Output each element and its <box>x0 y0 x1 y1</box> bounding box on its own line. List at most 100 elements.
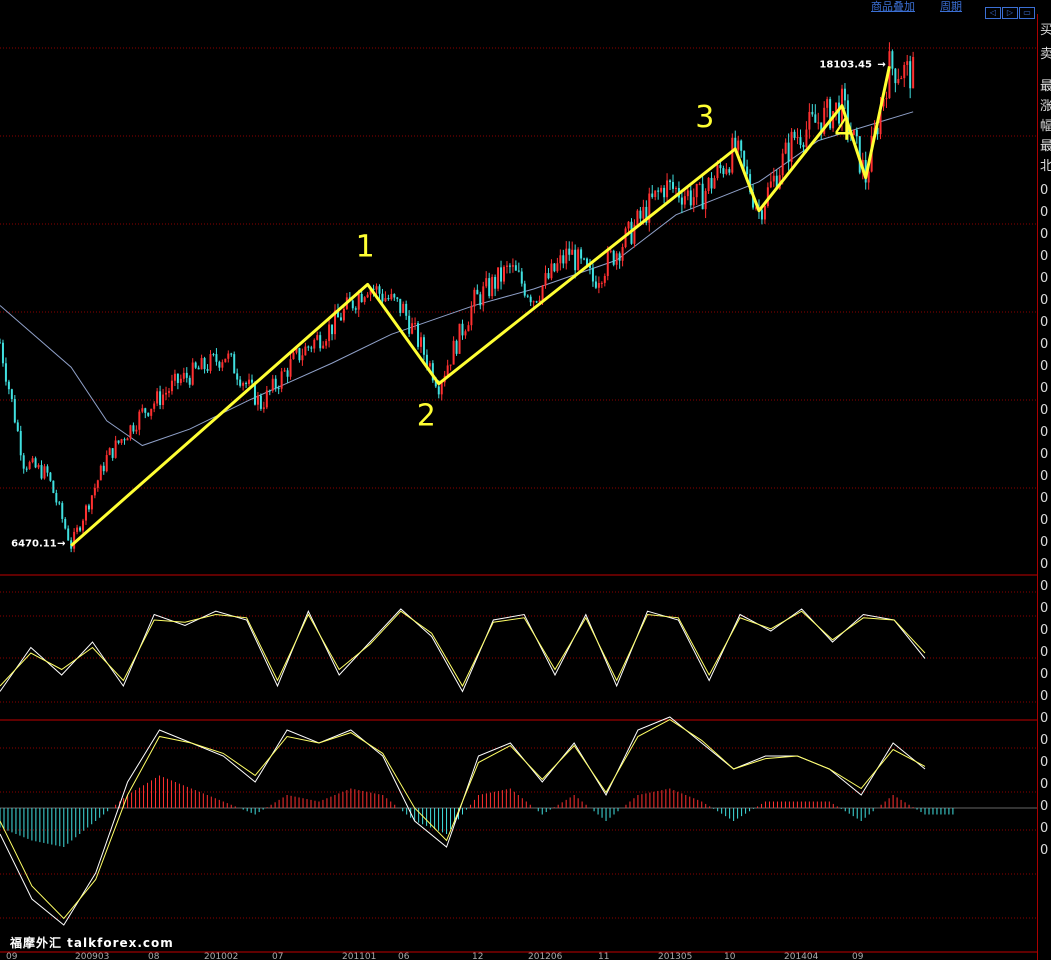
side-label: 0 <box>1040 425 1049 440</box>
down-candle <box>310 347 313 349</box>
side-label: 0 <box>1040 315 1049 330</box>
up-candle <box>342 308 345 321</box>
down-candle <box>663 187 666 198</box>
up-candle <box>96 480 99 488</box>
up-candle <box>603 276 606 283</box>
side-label: 0 <box>1040 777 1049 792</box>
up-candle <box>156 391 159 404</box>
x-axis-ticks: 09 200903 08 201002 07 201101 06 12 201206 11 2013… <box>6 952 864 960</box>
up-candle <box>84 505 87 521</box>
up-candle <box>283 370 286 372</box>
up-candle <box>114 440 117 458</box>
down-candle <box>259 395 262 409</box>
down-candle <box>274 378 277 389</box>
down-candle <box>689 190 692 206</box>
up-candle <box>419 337 422 347</box>
side-label: 0 <box>1040 799 1049 814</box>
down-candle <box>176 373 179 383</box>
down-candle <box>360 293 363 303</box>
up-candle <box>544 273 547 286</box>
side-label: 0 <box>1040 337 1049 352</box>
up-candle <box>99 465 102 481</box>
up-candle <box>660 187 663 192</box>
side-label: 幅 <box>1040 119 1051 134</box>
up-candle <box>82 520 85 531</box>
up-candle <box>704 191 707 210</box>
down-candle <box>855 129 858 137</box>
side-label: 0 <box>1040 293 1049 308</box>
down-candle <box>46 466 49 473</box>
up-candle <box>609 250 612 252</box>
side-label: 0 <box>1040 601 1049 616</box>
up-candle <box>826 99 829 108</box>
down-candle <box>331 324 334 335</box>
up-candle <box>464 331 467 336</box>
up-candle <box>292 352 295 360</box>
down-candle <box>64 518 67 529</box>
up-candle <box>363 297 366 303</box>
up-candle <box>138 411 141 430</box>
up-candle <box>90 495 93 510</box>
down-candle <box>657 190 660 192</box>
down-candle <box>396 297 399 299</box>
down-candle <box>34 458 37 468</box>
up-candle <box>491 277 494 297</box>
side-label: 买 <box>1040 23 1051 38</box>
up-candle <box>621 247 624 261</box>
up-candle <box>173 373 176 381</box>
x-tick-label: 201002 <box>204 952 238 960</box>
down-candle <box>61 503 64 519</box>
up-candle <box>200 358 203 370</box>
side-label: 0 <box>1040 535 1049 550</box>
chart-canvas[interactable]: 6470.11 18103.45 1 2 3 4 → → 09 200903 08 20… <box>0 0 1037 960</box>
up-candle <box>763 206 766 220</box>
up-candle <box>541 285 544 301</box>
down-candle <box>251 379 254 383</box>
up-candle <box>559 255 562 264</box>
down-candle <box>236 373 239 380</box>
up-candle <box>627 221 630 229</box>
up-candle <box>135 429 138 432</box>
up-candle <box>325 341 328 346</box>
side-label: 0 <box>1040 491 1049 506</box>
down-candle <box>580 249 583 259</box>
up-candle <box>162 394 165 405</box>
down-candle <box>387 298 390 300</box>
up-candle <box>769 181 772 188</box>
up-candle <box>458 323 461 354</box>
up-candle <box>170 380 173 392</box>
side-label: 0 <box>1040 711 1049 726</box>
down-candle <box>722 168 725 174</box>
low-price-label: 6470.11 <box>11 539 57 550</box>
up-candle <box>446 365 449 376</box>
up-candle <box>304 346 307 356</box>
up-candle <box>615 253 618 265</box>
x-tick-label: 201305 <box>658 952 692 960</box>
up-candle <box>470 306 473 326</box>
down-candle <box>206 369 209 371</box>
up-candle <box>467 325 470 332</box>
up-candle <box>511 265 514 267</box>
down-candle <box>574 249 577 271</box>
up-candle <box>179 378 182 383</box>
down-candle <box>0 342 1 344</box>
up-candle <box>852 129 855 136</box>
up-candle <box>835 102 838 112</box>
down-candle <box>10 389 13 400</box>
up-candle <box>790 131 793 163</box>
down-candle <box>894 68 897 84</box>
up-candle <box>366 294 369 298</box>
down-candle <box>746 166 749 175</box>
side-label: 最 <box>1040 139 1051 154</box>
down-candle <box>393 294 396 298</box>
up-candle <box>328 324 331 342</box>
side-label: 0 <box>1040 227 1049 242</box>
down-candle <box>743 150 746 167</box>
side-label: 0 <box>1040 249 1049 264</box>
up-candle <box>817 122 820 124</box>
side-label: 0 <box>1040 821 1049 836</box>
high-arrow: → <box>877 59 885 70</box>
down-candle <box>40 465 43 479</box>
down-candle <box>843 88 846 101</box>
down-candle <box>461 323 464 336</box>
